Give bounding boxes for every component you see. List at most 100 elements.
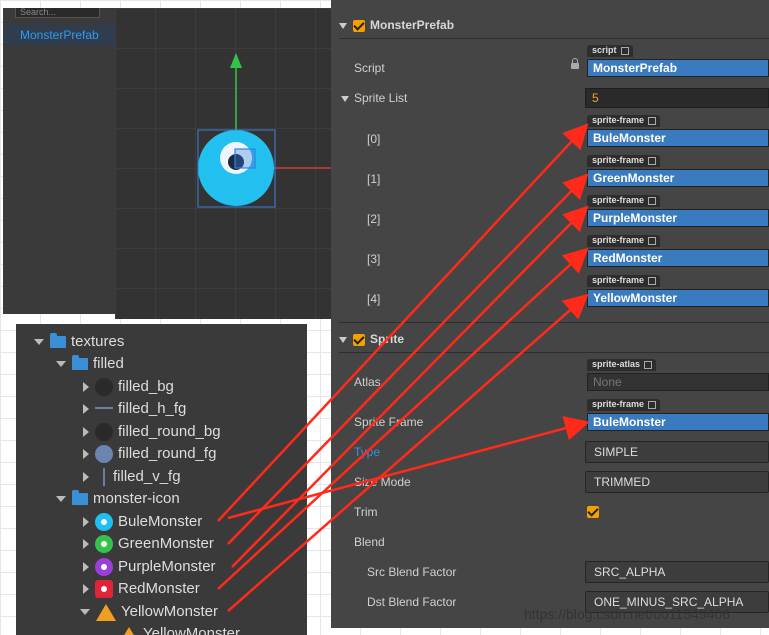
asset-row-filled-v-fg[interactable]: filled_v_fg <box>83 466 181 488</box>
sprite-list-count-input[interactable]: 5 <box>585 88 769 108</box>
script-type-tag: script <box>587 45 633 57</box>
sprite-thumbnail-icon <box>103 468 105 487</box>
asset-label: GreenMonster <box>118 535 214 552</box>
asset-label: filled_round_fg <box>118 445 217 462</box>
expand-arrow-icon[interactable] <box>83 472 89 483</box>
expand-arrow-icon[interactable] <box>83 562 89 573</box>
asset-label: PurpleMonster <box>118 558 216 575</box>
scene-gizmo <box>197 53 331 208</box>
script-label: Script <box>354 61 385 75</box>
inspector-panel: MonsterPrefab Script script MonsterPrefa… <box>331 0 769 628</box>
asset-row-filled[interactable]: filled <box>56 353 124 375</box>
size-mode-label: Size Mode <box>354 475 411 489</box>
sprite-thumbnail-icon <box>95 407 113 410</box>
sprite-atlas-tag: sprite-atlas <box>587 359 657 371</box>
asset-row-textures[interactable]: textures <box>34 331 124 353</box>
expand-arrow-icon[interactable] <box>83 517 89 528</box>
trim-label: Trim <box>354 505 378 519</box>
component-title: Sprite <box>370 332 405 346</box>
asset-row-bule-monster[interactable]: BuleMonster <box>83 511 202 533</box>
folder-icon <box>50 333 66 349</box>
monster-prefab-component-header[interactable]: MonsterPrefab <box>339 14 454 36</box>
lock-icon <box>571 58 579 69</box>
asset-label: RedMonster <box>118 580 200 597</box>
folder-icon <box>72 355 88 371</box>
asset-row-yellow-monster[interactable]: YellowMonster <box>80 601 218 623</box>
trim-checkbox[interactable] <box>587 506 599 518</box>
asset-label: textures <box>71 333 125 350</box>
asset-row-filled-round-fg[interactable]: filled_round_fg <box>83 443 216 465</box>
atlas-label: Atlas <box>354 375 381 389</box>
sprite-thumbnail-icon <box>95 378 113 397</box>
expand-arrow-icon[interactable] <box>83 404 89 415</box>
asset-row-green-monster[interactable]: GreenMonster <box>83 533 214 555</box>
sprite-thumbnail-icon <box>95 423 113 442</box>
asset-label: BuleMonster <box>118 513 203 530</box>
asset-row-yellow-monster-sub[interactable]: YellowMonster <box>120 623 240 635</box>
size-mode-select[interactable]: TRIMMED <box>585 471 769 493</box>
sprite-frame-tag: sprite-frame <box>587 275 661 287</box>
assets-panel: textures filled filled_bg filled_h_fg fi… <box>16 324 307 635</box>
sprite-frame-tag: sprite-frame <box>587 195 661 207</box>
expand-arrow-icon[interactable] <box>80 609 90 616</box>
type-select[interactable]: SIMPLE <box>585 441 769 463</box>
sprite-list-item-4[interactable]: YellowMonster <box>587 289 769 307</box>
y-axis-arrow-icon <box>230 53 242 68</box>
hierarchy-panel: Search... MonsterPrefab <box>3 8 116 314</box>
sprite-frame-tag: sprite-frame <box>587 235 661 247</box>
sprite-list-item-2[interactable]: PurpleMonster <box>587 209 769 227</box>
asset-label: filled <box>93 355 124 372</box>
sprite-list-index: [2] <box>367 212 381 226</box>
asset-row-red-monster[interactable]: RedMonster <box>83 578 200 600</box>
expand-arrow-icon[interactable] <box>56 361 66 368</box>
search-input[interactable]: Search... <box>15 8 100 18</box>
asset-label: YellowMonster <box>121 603 218 620</box>
sprite-list-item-0[interactable]: BuleMonster <box>587 129 769 147</box>
sprite-list-item-1[interactable]: GreenMonster <box>587 169 769 187</box>
divider <box>339 352 769 353</box>
yellow-monster-icon <box>96 603 116 621</box>
asset-row-filled-h-fg[interactable]: filled_h_fg <box>83 398 186 420</box>
expand-arrow-icon[interactable] <box>83 427 89 438</box>
expand-triangle-icon[interactable] <box>341 95 349 102</box>
sprite-frame-tag: sprite-frame <box>587 115 661 127</box>
red-monster-icon <box>95 580 113 599</box>
folder-icon <box>72 490 88 506</box>
node-monster-prefab[interactable]: MonsterPrefab <box>3 25 115 45</box>
collapse-triangle-icon[interactable] <box>339 336 347 343</box>
divider <box>339 322 769 323</box>
asset-label: filled_v_fg <box>113 468 181 485</box>
asset-row-monster-icon[interactable]: monster-icon <box>56 488 180 510</box>
sprite-component-header[interactable]: Sprite <box>339 328 404 350</box>
asset-label: YellowMonster <box>143 625 240 635</box>
component-enabled-checkbox[interactable] <box>353 333 365 346</box>
atlas-field[interactable]: None <box>587 373 769 391</box>
green-monster-icon <box>95 535 113 554</box>
sprite-list-index: [0] <box>367 132 381 146</box>
sprite-list-label[interactable]: Sprite List <box>341 91 407 105</box>
sprite-list-index: [1] <box>367 172 381 186</box>
src-blend-select[interactable]: SRC_ALPHA <box>585 561 769 583</box>
expand-arrow-icon[interactable] <box>83 382 89 393</box>
divider <box>339 38 769 39</box>
component-title: MonsterPrefab <box>370 18 455 32</box>
script-field[interactable]: MonsterPrefab <box>587 59 769 77</box>
component-enabled-checkbox[interactable] <box>353 19 365 32</box>
scene-view[interactable] <box>115 8 331 319</box>
sprite-frame-tag: sprite-frame <box>587 399 661 411</box>
asset-row-filled-round-bg[interactable]: filled_round_bg <box>83 421 221 443</box>
expand-arrow-icon[interactable] <box>83 539 89 550</box>
watermark-text: https://blog.csdn.net/u011549406 <box>524 606 731 622</box>
asset-row-purple-monster[interactable]: PurpleMonster <box>83 556 216 578</box>
sprite-frame-field[interactable]: BuleMonster <box>587 413 769 431</box>
sprite-list-item-3[interactable]: RedMonster <box>587 249 769 267</box>
collapse-triangle-icon[interactable] <box>339 22 347 29</box>
asset-label: filled_h_fg <box>118 400 187 417</box>
expand-arrow-icon[interactable] <box>34 339 44 346</box>
asset-row-filled-bg[interactable]: filled_bg <box>83 376 174 398</box>
expand-arrow-icon[interactable] <box>56 496 66 503</box>
expand-arrow-icon[interactable] <box>83 449 89 460</box>
expand-arrow-icon[interactable] <box>83 584 89 595</box>
asset-label: monster-icon <box>93 490 180 507</box>
type-label: Type <box>354 445 381 459</box>
